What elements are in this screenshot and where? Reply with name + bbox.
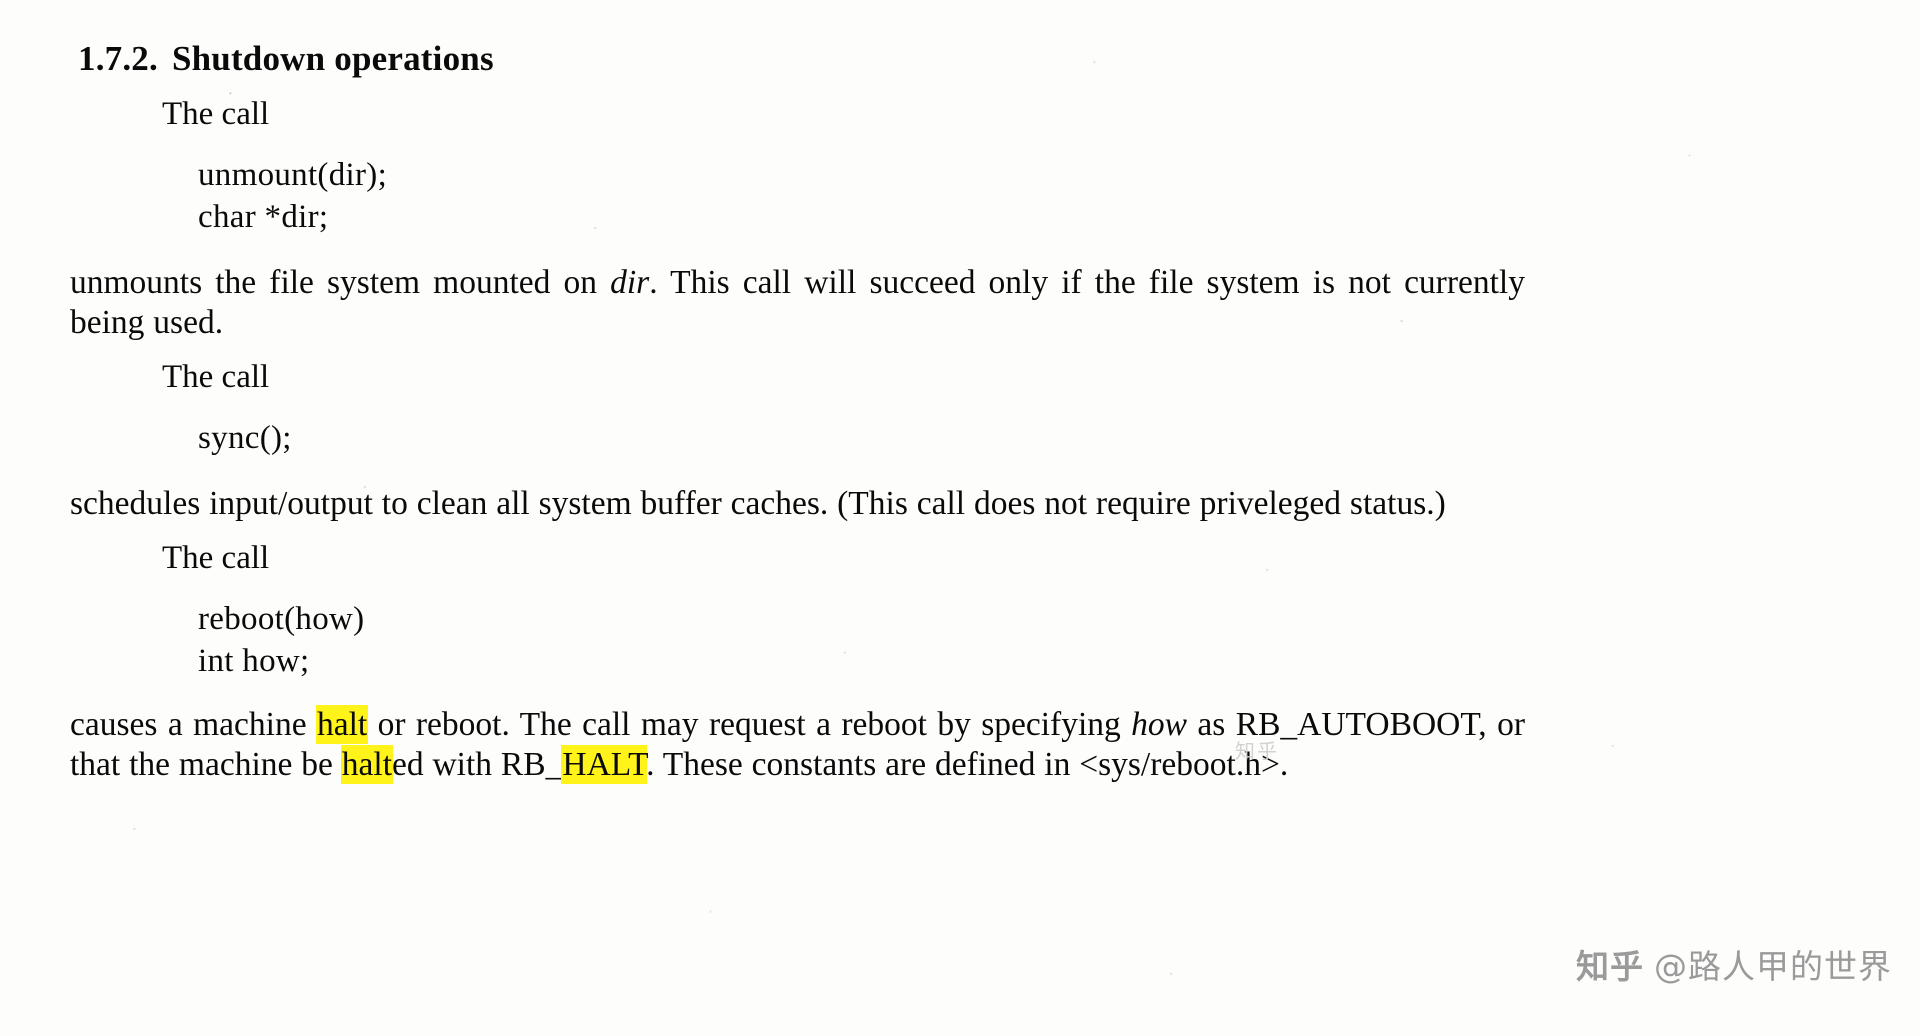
watermark-handle: @路人甲的世界 [1654,947,1892,986]
paragraph-reboot-description: causes a machine halt or reboot. The cal… [70,683,1525,785]
watermark-faint: 知乎 [1235,739,1279,763]
document-content: 1.7.2. Shutdown operations The call unmou… [70,0,1525,785]
paragraph-unmount-description: unmounts the file system mounted on dir.… [70,239,1525,343]
highlight-halt-1: halt [316,705,368,743]
lead-text-sync: The call [162,358,270,395]
section-title: Shutdown operations [171,39,494,78]
watermark: 知乎 @路人甲的世界 [1576,940,1892,988]
code-block-sync: sync(); [198,420,292,457]
paragraph-unmount-part-a: unmounts the file system mounted on [70,264,611,302]
paragraph-sync-description: schedules input/output to clean all syst… [70,484,1446,522]
paragraph-reboot-part-d: ed with RB_ [392,745,563,783]
code-block-reboot: reboot(how) int how; [198,601,365,679]
paragraph-reboot-part-a: causes a machine [70,705,317,743]
watermark-logo: 知乎 [1576,947,1644,986]
section-heading: 1.7.2. Shutdown operations [70,0,1525,80]
inline-italic-dir: dir [610,264,650,302]
paragraph-reboot-part-e: . These constants are defined in <sys/re… [646,745,1289,783]
section-number: 1.7.2. [78,39,158,78]
paragraph-reboot-part-b: or reboot. The call may request a reboot… [367,705,1132,743]
inline-italic-how: how [1131,705,1188,743]
highlight-halt-3: HALT [562,745,647,783]
highlight-halt-2: halt [341,745,392,783]
code-block-unmount: unmount(dir); char *dir; [198,157,388,236]
lead-text-unmount: The call [162,96,270,132]
lead-text-reboot: The call [162,539,270,576]
